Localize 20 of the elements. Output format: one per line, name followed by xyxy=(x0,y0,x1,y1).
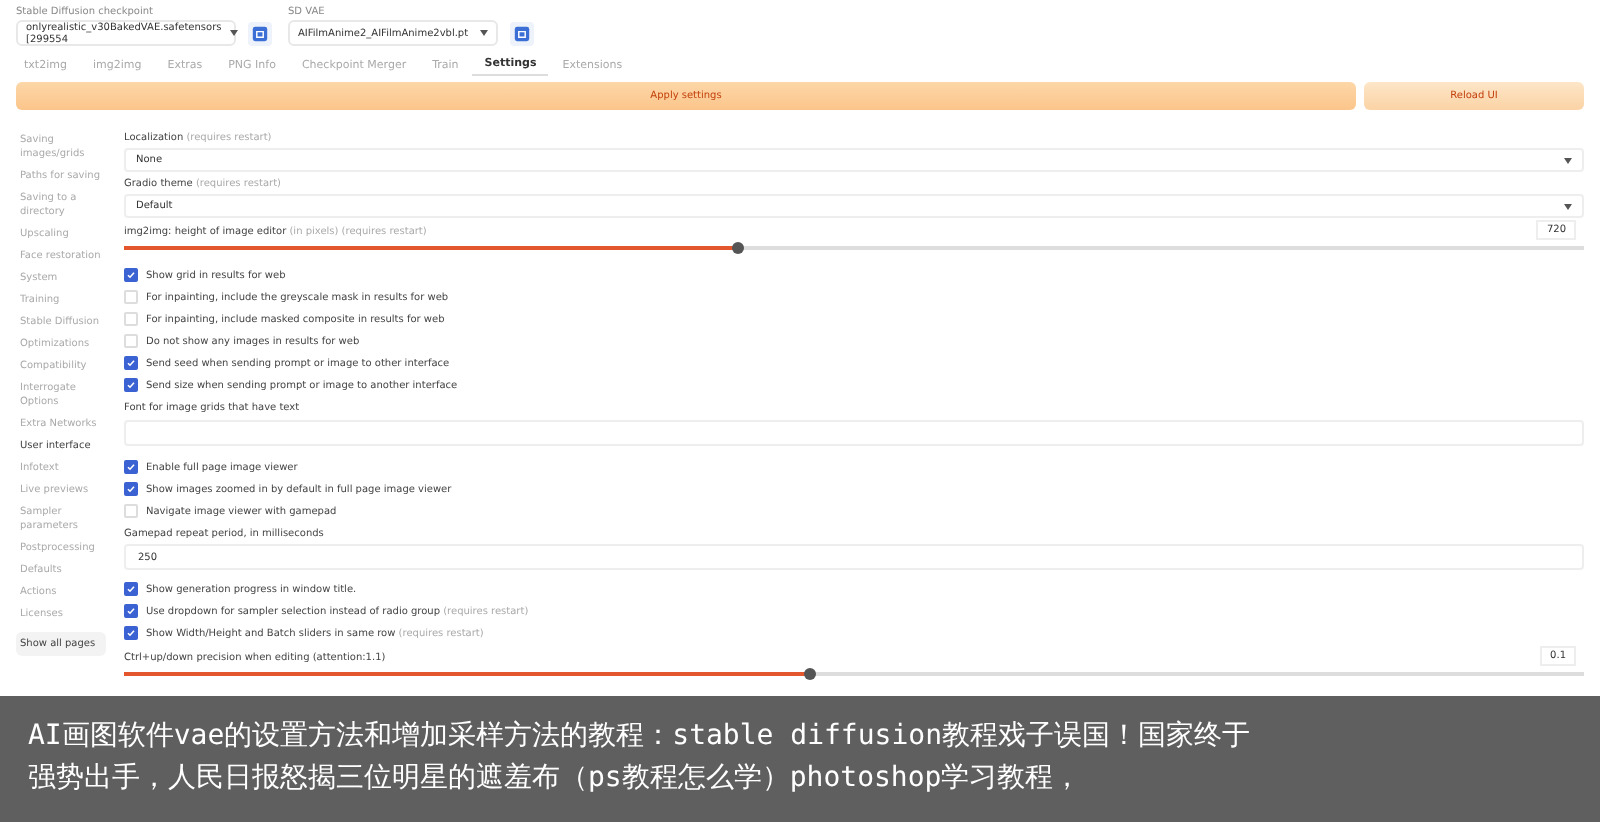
refresh-icon xyxy=(252,25,268,41)
caption-text: AI画图软件vae的设置方法和增加采样方法的教程：stable diffusion教程戏子误国！国家终于 xyxy=(28,718,1251,756)
refresh-icon xyxy=(514,25,530,41)
caret-icon xyxy=(1564,203,1572,209)
caption-text: 强势出手，人民日报怒揭三位明星的遮羞布（ps教程怎么学）photoshop学习教程， xyxy=(28,760,1082,798)
refresh-button[interactable] xyxy=(248,21,272,45)
checkbox[interactable] xyxy=(124,378,138,392)
slider-handle[interactable] xyxy=(804,668,817,680)
checkbox[interactable] xyxy=(124,268,138,282)
checkbox[interactable] xyxy=(124,460,138,474)
slider-handle[interactable] xyxy=(731,242,744,254)
checkbox[interactable] xyxy=(124,356,138,370)
refresh-button[interactable] xyxy=(510,21,534,45)
caret-icon xyxy=(229,30,238,36)
caret-icon xyxy=(480,30,488,36)
checkbox[interactable] xyxy=(124,482,138,496)
checkbox[interactable] xyxy=(124,626,138,640)
checkbox[interactable] xyxy=(124,582,138,596)
checkbox[interactable] xyxy=(124,604,138,618)
caret-icon xyxy=(1564,157,1572,163)
